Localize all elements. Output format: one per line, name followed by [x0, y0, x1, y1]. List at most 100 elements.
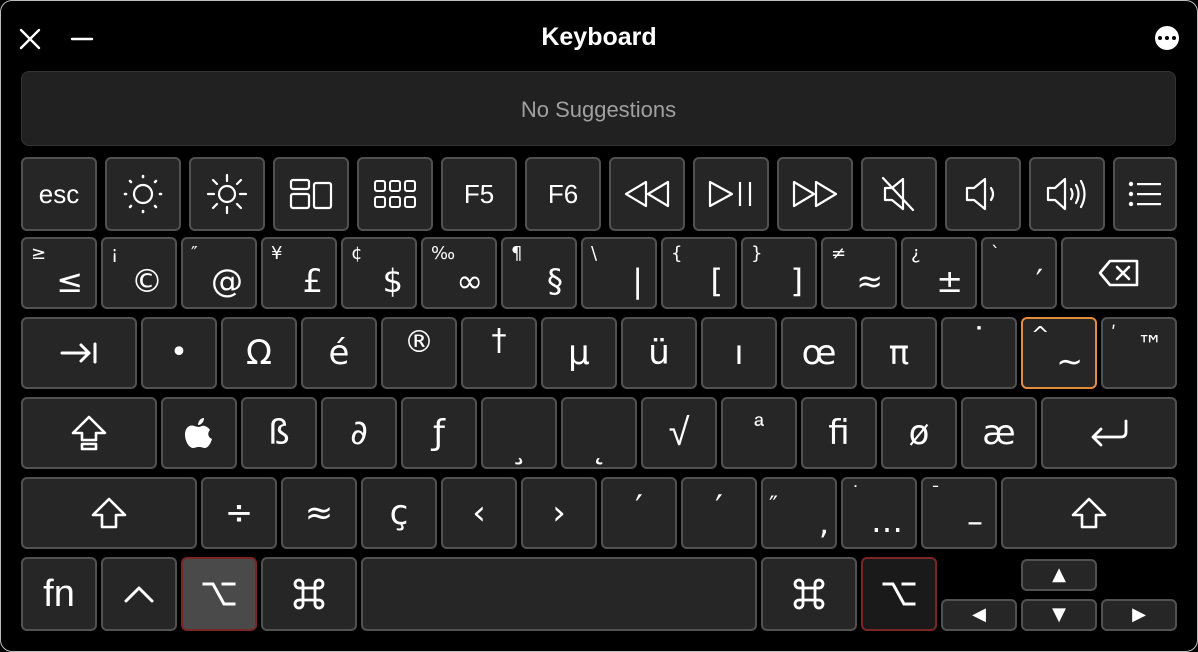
- command-icon: [793, 578, 825, 610]
- arrow-up-key[interactable]: ▲: [1021, 559, 1097, 591]
- key-r2-5[interactable]: ¢ $: [341, 237, 417, 309]
- key-r2-9[interactable]: {[: [661, 237, 737, 309]
- mission-control-key[interactable]: [273, 157, 349, 231]
- key-r4-3[interactable]: ƒ: [401, 397, 477, 469]
- key-r2-13[interactable]: ` ′: [981, 237, 1057, 309]
- key-r2-1[interactable]: ≥ ≤: [21, 237, 97, 309]
- arrow-right-key[interactable]: ▶: [1101, 599, 1177, 631]
- f6-key[interactable]: F6: [525, 157, 601, 231]
- key-r3-10[interactable]: π: [861, 317, 937, 389]
- key-r3-1[interactable]: •: [141, 317, 217, 389]
- key-r5-5[interactable]: ›: [521, 477, 597, 549]
- caps-lock-icon: [71, 415, 107, 451]
- key-r2-12[interactable]: ¿ ±: [901, 237, 977, 309]
- keyboard-viewer-window: Keyboard No Suggestions esc F5 F6 ≥ ≤ ¡ © …: [0, 0, 1198, 652]
- key-r4-1[interactable]: ß: [241, 397, 317, 469]
- key-r4-5[interactable]: ˛: [561, 397, 637, 469]
- brightness-down-key[interactable]: [105, 157, 181, 231]
- rewind-key[interactable]: [609, 157, 685, 231]
- list-key[interactable]: [1113, 157, 1177, 231]
- volume-down-icon: [965, 177, 995, 211]
- tab-key[interactable]: [21, 317, 137, 389]
- f6-label: F6: [547, 179, 579, 209]
- key-r5-10[interactable]: ¯ –: [921, 477, 997, 549]
- key-r3-9[interactable]: œ: [781, 317, 857, 389]
- fast-forward-icon: [792, 180, 838, 208]
- control-icon: [124, 586, 154, 603]
- key-r3-7[interactable]: ü: [621, 317, 697, 389]
- dead-key-circumflex[interactable]: ^ ~: [1021, 317, 1097, 389]
- return-key[interactable]: [1041, 397, 1177, 469]
- arrow-left-key[interactable]: ◀: [941, 599, 1017, 631]
- volume-up-key[interactable]: [1029, 157, 1105, 231]
- play-pause-key[interactable]: [693, 157, 769, 231]
- delete-key[interactable]: [1061, 237, 1177, 309]
- f5-key[interactable]: F5: [441, 157, 517, 231]
- left-option-key[interactable]: [181, 557, 257, 631]
- key-r2-10[interactable]: }]: [741, 237, 817, 309]
- more-options-icon[interactable]: [1155, 26, 1179, 50]
- right-option-key[interactable]: [861, 557, 937, 631]
- fn-key[interactable]: fn: [21, 557, 97, 631]
- key-r5-2[interactable]: ≈: [281, 477, 357, 549]
- key-r3-2[interactable]: Ω: [221, 317, 297, 389]
- key-r3-6[interactable]: µ: [541, 317, 617, 389]
- launchpad-key[interactable]: [357, 157, 433, 231]
- key-r4-7[interactable]: ª: [721, 397, 797, 469]
- mission-control-icon: [289, 178, 333, 210]
- brightness-up-key[interactable]: [189, 157, 265, 231]
- key-r5-9[interactable]: ˙…: [841, 477, 917, 549]
- suggestions-text: No Suggestions: [520, 97, 677, 122]
- key-r3-5[interactable]: †: [461, 317, 537, 389]
- key-r2-2[interactable]: ¡ ©: [101, 237, 177, 309]
- key-r4-6[interactable]: √: [641, 397, 717, 469]
- esc-key[interactable]: esc: [21, 157, 97, 231]
- left-shift-key[interactable]: [21, 477, 197, 549]
- key-r4-4[interactable]: ¸: [481, 397, 557, 469]
- option-icon: [882, 582, 916, 606]
- key-r5-7[interactable]: ′: [681, 477, 757, 549]
- key-r2-3[interactable]: ″ @: [181, 237, 257, 309]
- arrow-down-key[interactable]: ▼: [1021, 599, 1097, 631]
- key-r5-8[interactable]: ″,: [761, 477, 837, 549]
- brightness-up-icon: [206, 173, 248, 215]
- key-r5-3[interactable]: ç: [361, 477, 437, 549]
- key-r3-13[interactable]: ʹ ™: [1101, 317, 1177, 389]
- mute-key[interactable]: [861, 157, 937, 231]
- arrow-right-icon: ▶: [1132, 604, 1146, 625]
- right-command-key[interactable]: [761, 557, 857, 631]
- key-r4-10[interactable]: æ: [961, 397, 1037, 469]
- arrow-up-icon: ▲: [1052, 564, 1066, 585]
- left-command-key[interactable]: [261, 557, 357, 631]
- shift-icon: [91, 497, 127, 529]
- key-r2-7[interactable]: ¶ §: [501, 237, 577, 309]
- list-icon: [1128, 181, 1161, 207]
- mute-icon: [881, 176, 915, 212]
- key-r2-8[interactable]: \ |: [581, 237, 657, 309]
- key-r2-11[interactable]: ≠ ≈: [821, 237, 897, 309]
- launchpad-icon: [374, 180, 416, 208]
- caps-lock-key[interactable]: [21, 397, 157, 469]
- f5-label: F5: [463, 179, 495, 209]
- key-r3-11[interactable]: ˙: [941, 317, 1017, 389]
- arrow-down-icon: ▼: [1052, 604, 1066, 625]
- fast-forward-key[interactable]: [777, 157, 853, 231]
- key-r3-8[interactable]: ı: [701, 317, 777, 389]
- key-r4-9[interactable]: ø: [881, 397, 957, 469]
- volume-down-key[interactable]: [945, 157, 1021, 231]
- key-r3-3[interactable]: é: [301, 317, 377, 389]
- key-r5-4[interactable]: ‹: [441, 477, 517, 549]
- control-key[interactable]: ^: [101, 557, 177, 631]
- space-bar[interactable]: [361, 557, 757, 631]
- key-r3-4[interactable]: ®: [381, 317, 457, 389]
- right-shift-key[interactable]: [1001, 477, 1177, 549]
- key-r5-6[interactable]: ′: [601, 477, 677, 549]
- key-r4-8[interactable]: ﬁ: [801, 397, 877, 469]
- delete-icon: [1098, 259, 1139, 287]
- key-r4-2[interactable]: ∂: [321, 397, 397, 469]
- key-r2-6[interactable]: ‰ ∞: [421, 237, 497, 309]
- apple-logo-key[interactable]: [161, 397, 237, 469]
- key-r5-1[interactable]: ÷: [201, 477, 277, 549]
- option-icon: [202, 582, 236, 606]
- key-r2-4[interactable]: ¥ £: [261, 237, 337, 309]
